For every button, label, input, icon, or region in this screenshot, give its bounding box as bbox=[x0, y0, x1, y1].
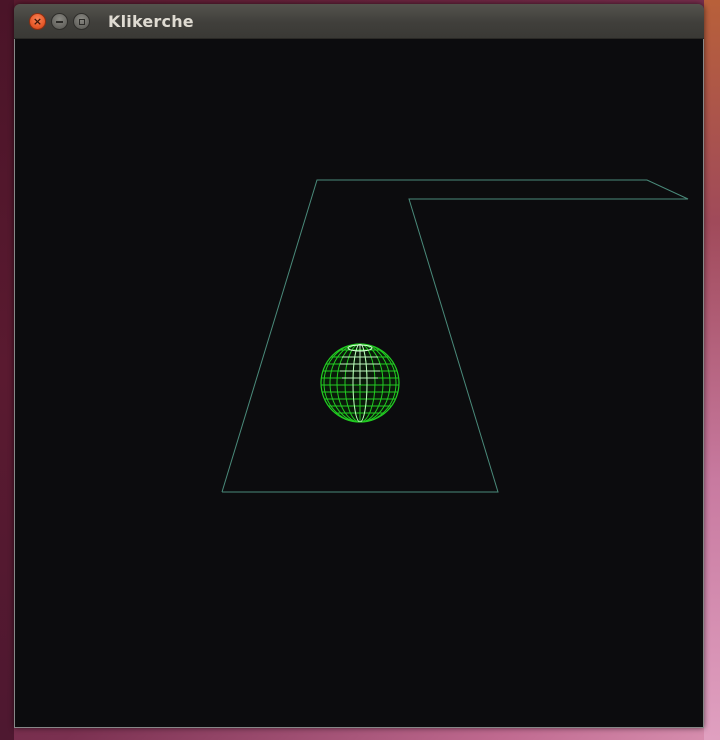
minimize-icon bbox=[56, 20, 63, 23]
maximize-icon bbox=[78, 18, 85, 25]
app-window: × Klikerche bbox=[14, 4, 704, 728]
minimize-button[interactable] bbox=[51, 13, 68, 30]
close-icon: × bbox=[32, 15, 43, 28]
desktop-background-left bbox=[0, 0, 14, 740]
ball-wireframe bbox=[320, 343, 400, 423]
window-titlebar[interactable]: × Klikerche bbox=[14, 4, 704, 39]
close-button[interactable]: × bbox=[29, 13, 46, 30]
game-canvas[interactable] bbox=[14, 39, 704, 728]
maximize-button[interactable] bbox=[73, 13, 90, 30]
desktop-background-right bbox=[704, 0, 720, 740]
track-wireframe bbox=[221, 179, 689, 493]
scene-svg bbox=[221, 179, 689, 493]
window-title: Klikerche bbox=[108, 12, 194, 31]
